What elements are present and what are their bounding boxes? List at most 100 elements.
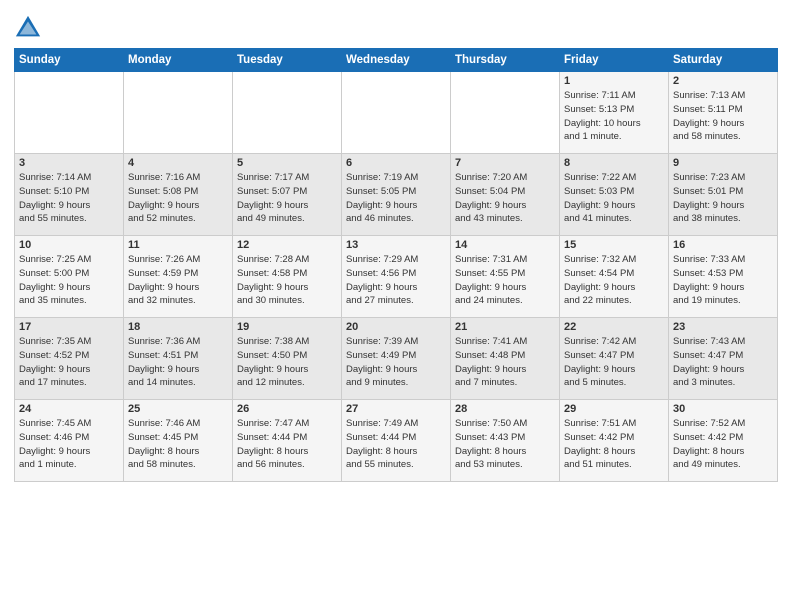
logo-icon [14, 14, 42, 42]
day-number: 26 [237, 403, 337, 415]
calendar-cell: 17 Sunrise: 7:35 AM Sunset: 4:52 PM Dayli… [15, 318, 124, 400]
day-info: Sunrise: 7:17 AM Sunset: 5:07 PM Dayligh… [237, 171, 337, 226]
calendar-cell: 10 Sunrise: 7:25 AM Sunset: 5:00 PM Dayli… [15, 236, 124, 318]
calendar-cell: 30Sunrise: 7:52 AM Sunset: 4:42 PM Dayli… [669, 400, 778, 482]
day-info: Sunrise: 7:36 AM Sunset: 4:51 PM Dayligh… [128, 335, 228, 390]
calendar-cell: 24 Sunrise: 7:45 AM Sunset: 4:46 PM Dayli… [15, 400, 124, 482]
calendar-cell: 20 Sunrise: 7:39 AM Sunset: 4:49 PM Dayli… [342, 318, 451, 400]
calendar-cell: 11 Sunrise: 7:26 AM Sunset: 4:59 PM Dayli… [124, 236, 233, 318]
day-info: Sunrise: 7:51 AM Sunset: 4:42 PM Dayligh… [564, 417, 664, 472]
weekday-header-cell: Thursday [451, 49, 560, 72]
calendar-cell [15, 72, 124, 154]
calendar-week-row: 1Sunrise: 7:11 AM Sunset: 5:13 PM Daylig… [15, 72, 778, 154]
calendar-cell: 18 Sunrise: 7:36 AM Sunset: 4:51 PM Dayli… [124, 318, 233, 400]
day-info: Sunrise: 7:45 AM Sunset: 4:46 PM Dayligh… [19, 417, 119, 472]
day-number: 20 [346, 321, 446, 333]
calendar-week-row: 24 Sunrise: 7:45 AM Sunset: 4:46 PM Dayli… [15, 400, 778, 482]
header [14, 10, 778, 42]
day-number: 22 [564, 321, 664, 333]
calendar-cell [342, 72, 451, 154]
calendar-cell: 1Sunrise: 7:11 AM Sunset: 5:13 PM Daylig… [560, 72, 669, 154]
day-number: 17 [19, 321, 119, 333]
calendar-table: SundayMondayTuesdayWednesdayThursdayFrid… [14, 48, 778, 482]
day-number: 27 [346, 403, 446, 415]
day-number: 3 [19, 157, 119, 169]
day-info: Sunrise: 7:26 AM Sunset: 4:59 PM Dayligh… [128, 253, 228, 308]
day-number: 30 [673, 403, 773, 415]
calendar-cell: 19 Sunrise: 7:38 AM Sunset: 4:50 PM Dayli… [233, 318, 342, 400]
day-info: Sunrise: 7:39 AM Sunset: 4:49 PM Dayligh… [346, 335, 446, 390]
day-info: Sunrise: 7:38 AM Sunset: 4:50 PM Dayligh… [237, 335, 337, 390]
day-info: Sunrise: 7:35 AM Sunset: 4:52 PM Dayligh… [19, 335, 119, 390]
day-number: 29 [564, 403, 664, 415]
calendar-cell: 22 Sunrise: 7:42 AM Sunset: 4:47 PM Dayli… [560, 318, 669, 400]
calendar-cell: 28 Sunrise: 7:50 AM Sunset: 4:43 PM Dayli… [451, 400, 560, 482]
day-number: 7 [455, 157, 555, 169]
weekday-header-cell: Saturday [669, 49, 778, 72]
calendar-cell: 9Sunrise: 7:23 AM Sunset: 5:01 PM Daylig… [669, 154, 778, 236]
calendar-cell: 26 Sunrise: 7:47 AM Sunset: 4:44 PM Dayli… [233, 400, 342, 482]
page: SundayMondayTuesdayWednesdayThursdayFrid… [0, 0, 792, 612]
calendar-header: SundayMondayTuesdayWednesdayThursdayFrid… [15, 49, 778, 72]
day-number: 6 [346, 157, 446, 169]
day-number: 18 [128, 321, 228, 333]
day-number: 13 [346, 239, 446, 251]
day-info: Sunrise: 7:25 AM Sunset: 5:00 PM Dayligh… [19, 253, 119, 308]
calendar-cell: 14 Sunrise: 7:31 AM Sunset: 4:55 PM Dayli… [451, 236, 560, 318]
day-info: Sunrise: 7:31 AM Sunset: 4:55 PM Dayligh… [455, 253, 555, 308]
day-number: 28 [455, 403, 555, 415]
day-number: 16 [673, 239, 773, 251]
day-number: 4 [128, 157, 228, 169]
calendar-cell [124, 72, 233, 154]
calendar-cell: 15Sunrise: 7:32 AM Sunset: 4:54 PM Dayli… [560, 236, 669, 318]
day-info: Sunrise: 7:16 AM Sunset: 5:08 PM Dayligh… [128, 171, 228, 226]
day-info: Sunrise: 7:49 AM Sunset: 4:44 PM Dayligh… [346, 417, 446, 472]
day-number: 5 [237, 157, 337, 169]
calendar-cell: 6Sunrise: 7:19 AM Sunset: 5:05 PM Daylig… [342, 154, 451, 236]
weekday-header-cell: Friday [560, 49, 669, 72]
weekday-header-cell: Tuesday [233, 49, 342, 72]
day-info: Sunrise: 7:41 AM Sunset: 4:48 PM Dayligh… [455, 335, 555, 390]
day-number: 19 [237, 321, 337, 333]
day-info: Sunrise: 7:50 AM Sunset: 4:43 PM Dayligh… [455, 417, 555, 472]
calendar-cell: 21Sunrise: 7:41 AM Sunset: 4:48 PM Dayli… [451, 318, 560, 400]
calendar-cell [451, 72, 560, 154]
day-info: Sunrise: 7:43 AM Sunset: 4:47 PM Dayligh… [673, 335, 773, 390]
calendar-cell: 16 Sunrise: 7:33 AM Sunset: 4:53 PM Dayli… [669, 236, 778, 318]
day-number: 24 [19, 403, 119, 415]
day-info: Sunrise: 7:23 AM Sunset: 5:01 PM Dayligh… [673, 171, 773, 226]
day-info: Sunrise: 7:22 AM Sunset: 5:03 PM Dayligh… [564, 171, 664, 226]
weekday-header-cell: Monday [124, 49, 233, 72]
day-info: Sunrise: 7:47 AM Sunset: 4:44 PM Dayligh… [237, 417, 337, 472]
calendar-cell: 2 Sunrise: 7:13 AM Sunset: 5:11 PM Daylig… [669, 72, 778, 154]
calendar-cell: 12Sunrise: 7:28 AM Sunset: 4:58 PM Dayli… [233, 236, 342, 318]
weekday-header-row: SundayMondayTuesdayWednesdayThursdayFrid… [15, 49, 778, 72]
calendar-cell: 13 Sunrise: 7:29 AM Sunset: 4:56 PM Dayli… [342, 236, 451, 318]
weekday-header-cell: Wednesday [342, 49, 451, 72]
calendar-cell: 3 Sunrise: 7:14 AM Sunset: 5:10 PM Daylig… [15, 154, 124, 236]
day-info: Sunrise: 7:11 AM Sunset: 5:13 PM Dayligh… [564, 89, 664, 144]
day-number: 10 [19, 239, 119, 251]
calendar-cell: 8Sunrise: 7:22 AM Sunset: 5:03 PM Daylig… [560, 154, 669, 236]
day-number: 25 [128, 403, 228, 415]
day-info: Sunrise: 7:20 AM Sunset: 5:04 PM Dayligh… [455, 171, 555, 226]
calendar-cell: 25Sunrise: 7:46 AM Sunset: 4:45 PM Dayli… [124, 400, 233, 482]
day-number: 11 [128, 239, 228, 251]
day-info: Sunrise: 7:29 AM Sunset: 4:56 PM Dayligh… [346, 253, 446, 308]
day-info: Sunrise: 7:33 AM Sunset: 4:53 PM Dayligh… [673, 253, 773, 308]
calendar-cell: 29 Sunrise: 7:51 AM Sunset: 4:42 PM Dayli… [560, 400, 669, 482]
calendar-cell [233, 72, 342, 154]
day-info: Sunrise: 7:13 AM Sunset: 5:11 PM Dayligh… [673, 89, 773, 144]
calendar-week-row: 3 Sunrise: 7:14 AM Sunset: 5:10 PM Daylig… [15, 154, 778, 236]
day-info: Sunrise: 7:32 AM Sunset: 4:54 PM Dayligh… [564, 253, 664, 308]
day-number: 14 [455, 239, 555, 251]
calendar-week-row: 10 Sunrise: 7:25 AM Sunset: 5:00 PM Dayli… [15, 236, 778, 318]
day-number: 23 [673, 321, 773, 333]
day-number: 2 [673, 75, 773, 87]
weekday-header-cell: Sunday [15, 49, 124, 72]
calendar-cell: 5 Sunrise: 7:17 AM Sunset: 5:07 PM Daylig… [233, 154, 342, 236]
day-info: Sunrise: 7:28 AM Sunset: 4:58 PM Dayligh… [237, 253, 337, 308]
calendar-cell: 23 Sunrise: 7:43 AM Sunset: 4:47 PM Dayli… [669, 318, 778, 400]
day-info: Sunrise: 7:14 AM Sunset: 5:10 PM Dayligh… [19, 171, 119, 226]
day-info: Sunrise: 7:42 AM Sunset: 4:47 PM Dayligh… [564, 335, 664, 390]
